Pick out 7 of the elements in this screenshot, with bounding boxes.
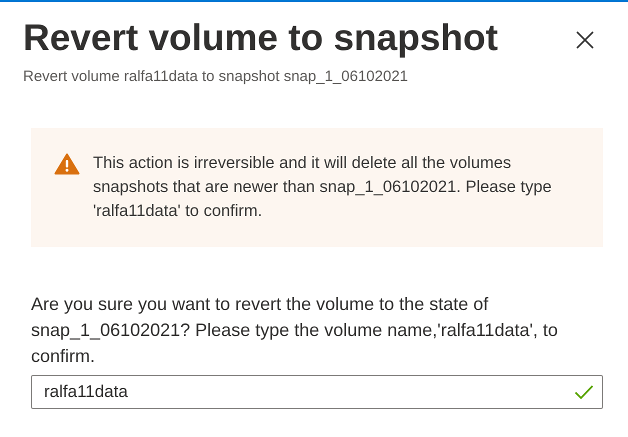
warning-message: This action is irreversible and it will delete all the volumes snapshots that are newer than snap_1_06102021. Please type 'ralfa11data' to confirm.: [93, 153, 553, 222]
close-icon: [575, 30, 595, 50]
volume-name-field[interactable]: ralfa11data: [31, 375, 603, 409]
dialog-title: Revert volume to snapshot: [23, 16, 498, 60]
warning-icon: [54, 153, 80, 175]
confirm-question: Are you sure you want to revert the volume to the state of snap_1_06102021? Please type the volume name,'ralfa11data', to confirm.: [31, 293, 559, 368]
dialog-subtitle: Revert volume ralfa11data to snapshot snap_1_06102021: [23, 68, 409, 85]
